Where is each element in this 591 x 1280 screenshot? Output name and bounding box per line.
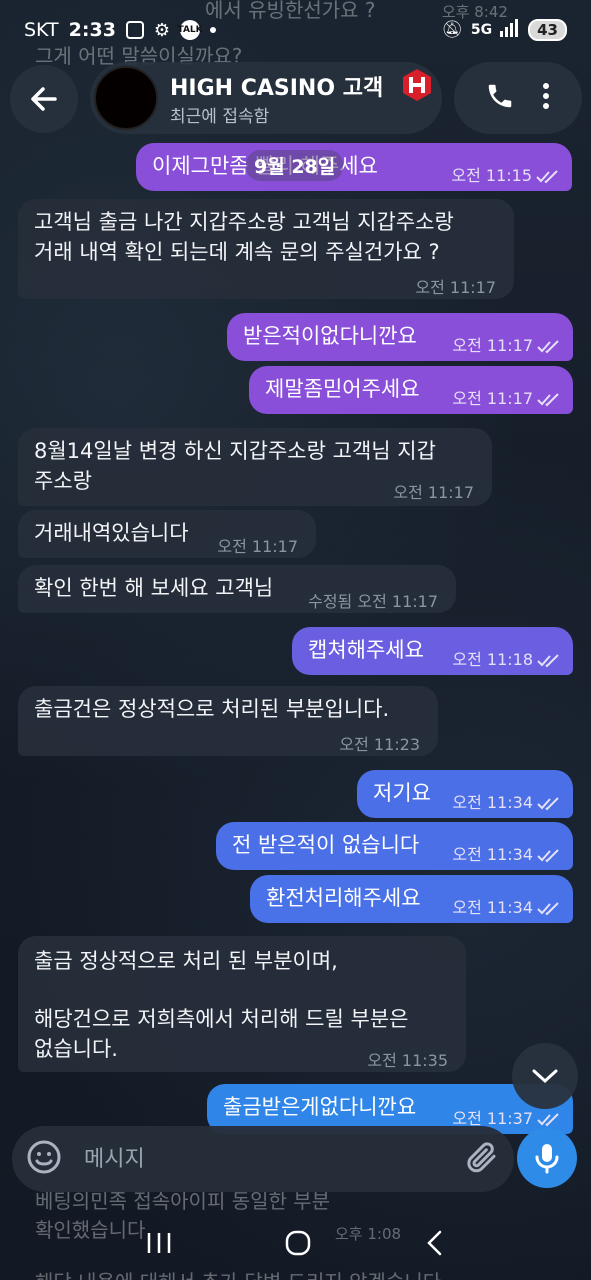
message-time: 오전 11:18: [452, 645, 561, 675]
recent-apps-button[interactable]: [146, 1232, 172, 1258]
chevron-down-icon: [532, 1069, 558, 1084]
message-text: 캡쳐해주세요: [308, 638, 424, 662]
outgoing-message[interactable]: 환전처리해주세요 오전 11:34: [250, 875, 573, 923]
message-text: 환전처리해주세요: [266, 886, 421, 910]
read-checks-icon: [536, 169, 558, 183]
attach-button[interactable]: [464, 1139, 500, 1179]
chat-header: HIGH CASINO 고객 최근에 접속함: [10, 62, 582, 134]
message-time: 수정됨 오전 11:17: [308, 592, 438, 611]
kakaotalk-icon: TALK: [178, 20, 203, 40]
outgoing-message[interactable]: 제말좀믿어주세요 오전 11:17: [249, 366, 573, 414]
message-composer: [12, 1126, 514, 1192]
emoji-button[interactable]: [26, 1139, 62, 1179]
mute-icon: 🔕︎: [441, 20, 463, 40]
settings-icon: ⚙: [153, 19, 171, 41]
read-checks-icon: [537, 653, 559, 667]
edited-label: 수정됨: [308, 592, 353, 611]
nav-back-icon: [427, 1230, 442, 1256]
home-icon: [286, 1230, 311, 1256]
read-checks-icon: [537, 796, 559, 810]
casino-logo-icon: [403, 69, 431, 101]
more-button[interactable]: [541, 81, 551, 115]
back-arrow-icon: [31, 87, 57, 111]
notification-dot-icon: [210, 27, 217, 33]
more-vert-icon: [543, 83, 549, 109]
message-text: 저기요: [373, 781, 431, 805]
chat-title: HIGH CASINO 고객: [170, 76, 384, 101]
message-text: 출금건은 정상적으로 처리된 부분입니다.: [34, 697, 390, 721]
message-time: 오전 11:34: [452, 840, 561, 870]
message-time: 오전 11:35: [367, 1051, 448, 1070]
last-seen-status: 최근에 접속함: [170, 107, 270, 127]
incoming-message[interactable]: 8월14일날 변경 하신 지갑주소랑 고객님 지갑 주소랑 오전 11:17: [18, 428, 492, 506]
message-time: 오전 11:17: [393, 483, 474, 502]
message-text-line: 없습니다.: [34, 1037, 118, 1061]
incoming-message[interactable]: 출금 정상적으로 처리 된 부분이며, 해당건으로 저희측에서 처리해 드릴 부…: [18, 936, 466, 1072]
back-button[interactable]: [10, 65, 78, 133]
message-text-line: 고객님 출금 나간 지갑주소랑 고객님 지갑주소랑: [34, 210, 454, 234]
message-text-line: 주소랑: [34, 469, 92, 493]
network-type: 5G: [470, 22, 493, 38]
read-checks-icon: [537, 392, 559, 406]
message-text: 거래내역있습니다: [34, 521, 189, 545]
paperclip-icon: [467, 1142, 496, 1173]
signal-icon: [500, 19, 520, 41]
clock: 2:33: [68, 19, 116, 41]
message-time: 오전 11:17: [415, 278, 496, 297]
outgoing-message[interactable]: 전 받은적이 없습니다 오전 11:34: [216, 822, 573, 870]
message-text-line: 8월14일날 변경 하신 지갑주소랑 고객님 지갑: [34, 439, 436, 463]
message-text: 제말좀믿어주세요: [265, 377, 420, 401]
microphone-icon: [535, 1144, 559, 1174]
chat-title-bar[interactable]: HIGH CASINO 고객 최근에 접속함: [90, 62, 442, 134]
message-text: 전 받은적이 없습니다: [232, 833, 420, 857]
message-time: 오전 11:34: [452, 788, 561, 818]
incoming-message[interactable]: 확인 한번 해 보세요 고객님 수정됨 오전 11:17: [18, 565, 456, 613]
message-time: 오전 11:17: [217, 537, 298, 556]
home-button[interactable]: [284, 1229, 312, 1261]
outgoing-message[interactable]: 이제그만좀 빨리 해주세요 오전 11:15: [136, 143, 572, 191]
system-navigation-bar: [0, 1210, 591, 1280]
status-bar: SKT 2:33 ⚙ TALK 🔕︎ 5G 43: [0, 0, 591, 60]
scroll-down-button[interactable]: [512, 1043, 578, 1109]
nav-back-button[interactable]: [425, 1229, 445, 1261]
emoji-icon: [27, 1140, 61, 1174]
recent-apps-icon: [147, 1233, 171, 1253]
message-text-line: 해당건으로 저희측에서 처리해 드릴 부분은: [34, 1007, 409, 1031]
message-time: 오전 11:17: [452, 384, 561, 414]
message-time: 오전 11:15: [451, 161, 560, 191]
outgoing-message[interactable]: 캡쳐해주세요 오전 11:18: [292, 627, 573, 675]
read-checks-icon: [537, 339, 559, 353]
message-time: 오전 11:17: [452, 331, 561, 361]
outgoing-message[interactable]: 저기요 오전 11:34: [357, 770, 573, 818]
incoming-message[interactable]: 고객님 출금 나간 지갑주소랑 고객님 지갑주소랑 거래 내역 확인 되는데 계…: [18, 199, 514, 299]
header-actions: [454, 62, 582, 134]
message-text: 받은적이없다니깐요: [243, 324, 417, 348]
message-text-line: 거래 내역 확인 되는데 계속 문의 주실건가요 ?: [34, 240, 440, 264]
message-time: 오전 11:34: [452, 893, 561, 923]
screenshot-icon: [125, 21, 144, 39]
call-button[interactable]: [485, 81, 515, 115]
avatar[interactable]: [94, 66, 158, 130]
carrier: SKT: [24, 19, 59, 41]
message-time: 오전 11:23: [339, 735, 420, 754]
message-input[interactable]: [84, 1146, 424, 1172]
phone-icon: [488, 84, 512, 108]
read-checks-icon: [537, 1112, 559, 1126]
read-checks-icon: [537, 848, 559, 862]
date-chip: 9월 28일: [246, 150, 344, 181]
voice-record-button[interactable]: [517, 1128, 577, 1188]
outgoing-message[interactable]: 받은적이없다니깐요 오전 11:17: [227, 313, 573, 361]
message-text: 확인 한번 해 보세요 고객님: [34, 576, 274, 600]
read-checks-icon: [537, 901, 559, 915]
incoming-message[interactable]: 출금건은 정상적으로 처리된 부분입니다. 오전 11:23: [18, 686, 438, 756]
message-text-line: 출금 정상적으로 처리 된 부분이며,: [34, 949, 338, 973]
battery-level: 43: [528, 19, 567, 41]
incoming-message[interactable]: 거래내역있습니다 오전 11:17: [18, 510, 316, 558]
message-text: 출금받은게없다니깐요: [223, 1095, 417, 1119]
